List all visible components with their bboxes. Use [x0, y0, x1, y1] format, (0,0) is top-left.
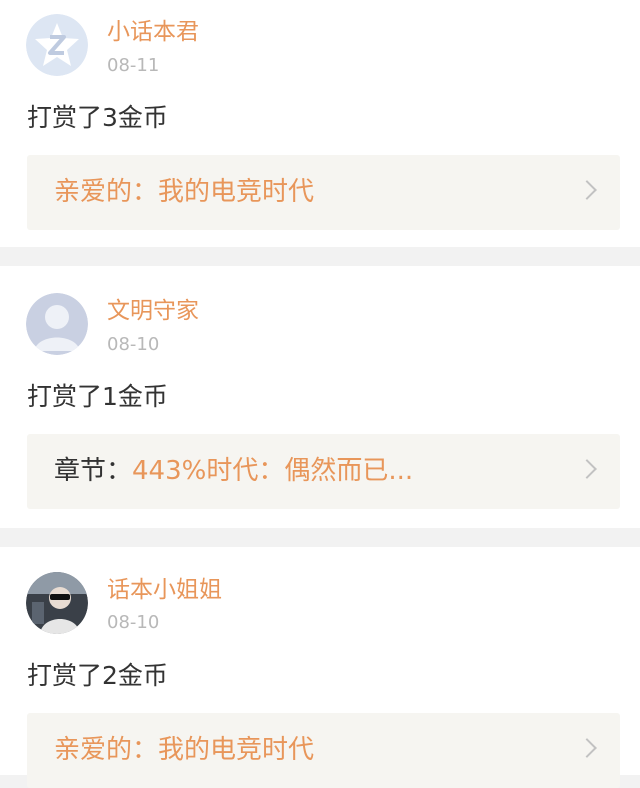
post-date: 08-10	[107, 612, 160, 633]
feed-item: 文明守家 08-10 打赏了1金币 章节：443%时代：偶然而已...	[0, 266, 640, 528]
chevron-right-icon	[577, 459, 597, 479]
feed-item: 小话本君 08-11 打赏了3金币 亲爱的：我的电竞时代	[0, 0, 640, 247]
link-prefix: 章节：	[54, 456, 133, 486]
link-prefix: 亲爱的：	[54, 177, 159, 207]
avatar[interactable]	[26, 293, 88, 355]
book-link[interactable]: 亲爱的：我的电竞时代	[27, 713, 620, 788]
avatar[interactable]	[26, 14, 88, 76]
chevron-right-icon	[577, 738, 597, 758]
book-link[interactable]: 亲爱的：我的电竞时代	[27, 155, 620, 230]
photo-avatar	[26, 572, 88, 634]
feed-item: 话本小姐姐 08-10 打赏了2金币 亲爱的：我的电竞时代	[0, 547, 640, 788]
reward-text: 打赏了1金币	[27, 382, 168, 411]
default-person-icon	[26, 293, 88, 355]
link-prefix: 亲爱的：	[54, 735, 159, 765]
post-date: 08-11	[107, 55, 160, 76]
link-title: 我的电竞时代	[158, 177, 315, 207]
user-name[interactable]: 话本小姐姐	[107, 579, 222, 602]
user-name[interactable]: 文明守家	[107, 300, 199, 323]
reward-text: 打赏了2金币	[27, 661, 168, 690]
post-date: 08-10	[107, 334, 160, 355]
book-link-text: 亲爱的：我的电竞时代	[54, 179, 314, 205]
chapter-link[interactable]: 章节：443%时代：偶然而已...	[27, 434, 620, 509]
chevron-right-icon	[577, 180, 597, 200]
book-link-text: 亲爱的：我的电竞时代	[54, 737, 314, 763]
qq-star-icon	[26, 14, 88, 76]
link-title: 我的电竞时代	[158, 735, 315, 765]
chapter-link-text: 章节：443%时代：偶然而已...	[54, 458, 413, 484]
reward-text: 打赏了3金币	[27, 103, 168, 132]
link-title: 443%时代：偶然而已...	[132, 456, 414, 486]
user-name[interactable]: 小话本君	[107, 21, 199, 44]
avatar[interactable]	[26, 572, 88, 634]
